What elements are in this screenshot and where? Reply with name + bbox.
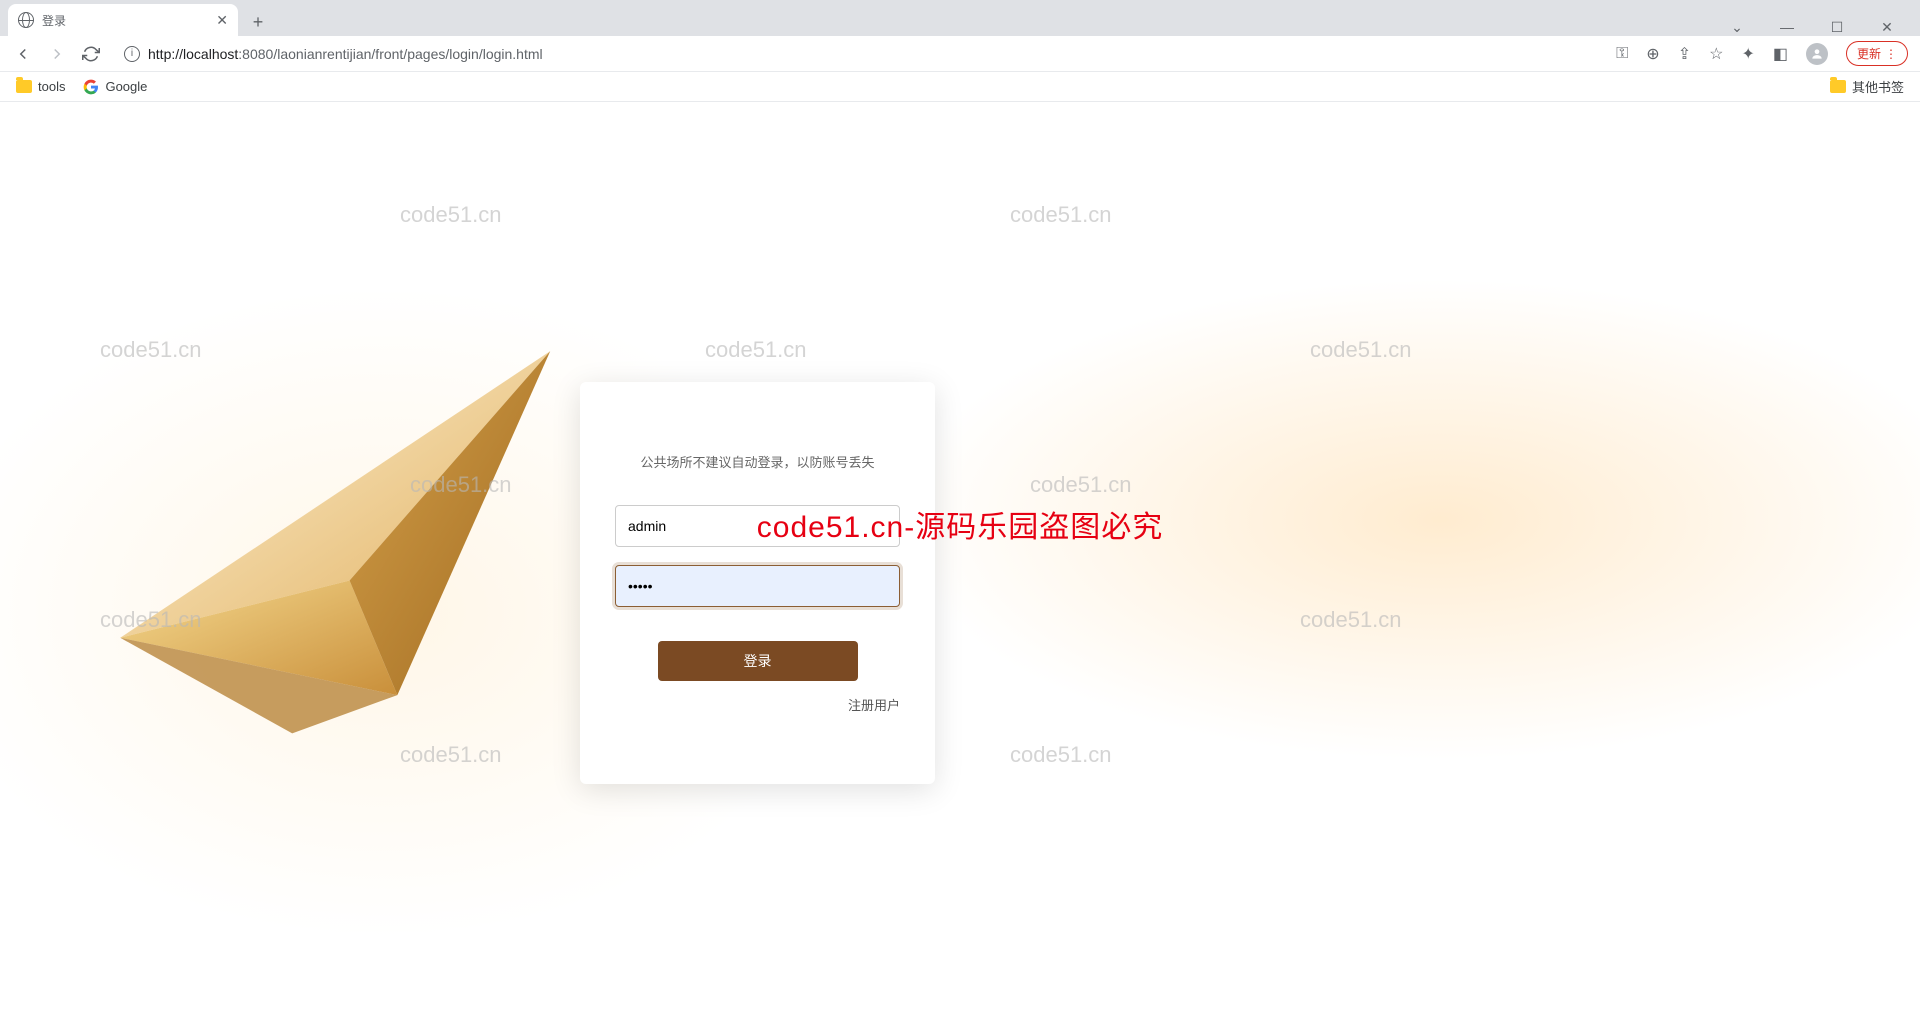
key-icon[interactable]: ⚿ <box>1616 45 1628 63</box>
extensions-icon[interactable]: ✦ <box>1741 44 1754 64</box>
login-card: 公共场所不建议自动登录，以防账号丢失 登录 注册用户 <box>580 382 935 784</box>
url-text: http://localhost:8080/laonianrentijian/f… <box>148 46 543 62</box>
site-info-icon[interactable]: i <box>124 46 140 62</box>
close-window-icon[interactable]: ✕ <box>1872 19 1902 36</box>
bookmark-other[interactable]: 其他书签 <box>1830 77 1904 96</box>
update-button[interactable]: 更新⋮ <box>1846 41 1908 66</box>
close-tab-icon[interactable]: ✕ <box>216 12 228 29</box>
tab-title: 登录 <box>42 12 208 29</box>
folder-icon <box>1830 80 1846 93</box>
globe-icon <box>18 12 34 28</box>
new-tab-button[interactable]: + <box>244 8 272 36</box>
google-icon <box>83 79 99 95</box>
zoom-icon[interactable]: ⊕ <box>1646 44 1659 64</box>
window-controls: ⌄ — ☐ ✕ <box>1722 19 1920 36</box>
login-button[interactable]: 登录 <box>658 641 858 681</box>
browser-tab[interactable]: 登录 ✕ <box>8 4 238 36</box>
back-button[interactable] <box>12 43 34 65</box>
login-hint: 公共场所不建议自动登录，以防账号丢失 <box>615 452 900 471</box>
page-content: code51.cn code51.cn code51.cn code51.cn … <box>0 102 1920 1030</box>
username-input[interactable] <box>615 505 900 547</box>
profile-avatar[interactable] <box>1806 43 1828 65</box>
forward-button[interactable] <box>46 43 68 65</box>
bookmark-google[interactable]: Google <box>83 79 147 95</box>
url-box[interactable]: i http://localhost:8080/laonianrentijian… <box>114 40 1604 68</box>
bookmark-star-icon[interactable]: ☆ <box>1709 44 1723 64</box>
password-input[interactable] <box>615 565 900 607</box>
address-bar: i http://localhost:8080/laonianrentijian… <box>0 36 1920 72</box>
toolbar-right: ⚿ ⊕ ⇪ ☆ ✦ ◧ 更新⋮ <box>1616 41 1908 66</box>
register-link[interactable]: 注册用户 <box>615 695 900 714</box>
tab-strip: 登录 ✕ + ⌄ — ☐ ✕ <box>0 0 1920 36</box>
minimize-icon[interactable]: — <box>1772 19 1802 36</box>
bookmark-bar: tools Google 其他书签 <box>0 72 1920 102</box>
share-icon[interactable]: ⇪ <box>1678 44 1691 64</box>
sidepanel-icon[interactable]: ◧ <box>1773 44 1788 64</box>
folder-icon <box>16 80 32 93</box>
maximize-icon[interactable]: ☐ <box>1822 19 1852 36</box>
reload-button[interactable] <box>80 43 102 65</box>
chevron-down-icon[interactable]: ⌄ <box>1722 19 1752 36</box>
bookmark-tools[interactable]: tools <box>16 79 65 94</box>
paper-plane-image <box>100 332 580 762</box>
